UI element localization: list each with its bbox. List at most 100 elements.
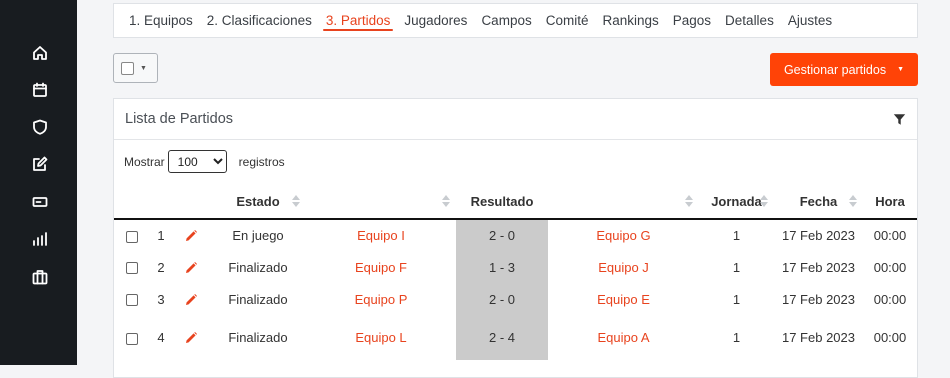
row-result: 2 - 0 — [456, 283, 548, 315]
row-away-team[interactable]: Equipo E — [548, 283, 699, 315]
row-result: 2 - 4 — [456, 315, 548, 360]
col-number-header — [150, 184, 172, 220]
tab-campos[interactable]: Campos — [481, 3, 531, 38]
table-row: 4 Finalizado Equipo L 2 - 4 Equipo A 1 1… — [114, 315, 917, 360]
row-checkbox[interactable] — [126, 332, 138, 345]
tab-pagos[interactable]: Pagos — [673, 3, 711, 38]
col-home-header[interactable] — [306, 184, 456, 220]
row-home-team[interactable]: Equipo P — [306, 283, 456, 315]
select-all-checkbox[interactable] — [121, 61, 134, 75]
col-resultado-header: Resultado — [456, 184, 548, 220]
sort-icon — [292, 195, 300, 207]
tab-jugadores[interactable]: Jugadores — [404, 3, 467, 38]
tab-clasificaciones[interactable]: 2. Clasificaciones — [207, 3, 312, 38]
bulk-select-dropdown[interactable]: ▼ — [113, 53, 158, 83]
row-estado: En juego — [232, 228, 284, 243]
row-home-team[interactable]: Equipo I — [306, 219, 456, 251]
col-away-header[interactable] — [548, 184, 699, 220]
matches-panel: Lista de Partidos Mostrar 100 registros — [113, 98, 918, 378]
home-icon[interactable] — [31, 44, 49, 62]
col-jornada-label: Jornada — [711, 193, 762, 209]
sort-icon — [849, 195, 857, 207]
panel-header: Lista de Partidos — [114, 99, 917, 140]
tab-rankings[interactable]: Rankings — [602, 3, 658, 38]
row-checkbox[interactable] — [126, 294, 138, 307]
row-number: 4 — [157, 330, 165, 345]
caret-down-icon: ▼ — [897, 66, 905, 73]
col-resultado-label: Resultado — [470, 193, 534, 209]
length-label-before: Mostrar — [124, 154, 165, 169]
col-edit-header — [172, 184, 210, 220]
manage-matches-button[interactable]: Gestionar partidos ▼ — [770, 53, 918, 86]
row-number: 1 — [157, 228, 165, 243]
row-away-team[interactable]: Equipo J — [548, 251, 699, 283]
col-hora-header[interactable]: Hora — [863, 184, 917, 220]
col-hora-label: Hora — [875, 193, 905, 209]
row-number: 2 — [157, 259, 165, 275]
row-home-team[interactable]: Equipo F — [306, 251, 456, 283]
col-checkbox-header — [114, 184, 150, 220]
row-jornada: 1 — [732, 259, 741, 275]
row-estado: Finalizado — [228, 259, 288, 275]
row-hora: 00:00 — [873, 330, 907, 345]
main-content: 1. Equipos 2. Clasificaciones 3. Partido… — [77, 0, 950, 378]
col-estado-label: Estado — [236, 193, 280, 209]
row-hora: 00:00 — [873, 259, 907, 275]
tab-partidos[interactable]: 3. Partidos — [322, 3, 393, 38]
pencil-icon[interactable] — [184, 291, 198, 306]
pencil-icon[interactable] — [184, 259, 198, 274]
row-jornada: 1 — [732, 330, 741, 345]
sort-icon — [760, 195, 768, 207]
manage-matches-label: Gestionar partidos — [783, 62, 887, 77]
col-estado-header[interactable]: Estado — [210, 184, 306, 220]
pencil-icon[interactable] — [184, 330, 198, 345]
row-estado: Finalizado — [228, 291, 288, 307]
row-fecha: 17 Feb 2023 — [781, 259, 855, 275]
row-hora: 00:00 — [873, 291, 907, 307]
row-fecha: 17 Feb 2023 — [781, 330, 855, 345]
row-result: 2 - 0 — [456, 219, 548, 251]
edit-icon[interactable] — [31, 155, 49, 173]
sort-icon — [442, 195, 450, 207]
filter-icon[interactable] — [893, 113, 906, 126]
row-hora: 00:00 — [873, 228, 907, 243]
sidebar — [0, 0, 77, 365]
row-estado: Finalizado — [228, 330, 288, 345]
table-row: 2 Finalizado Equipo F 1 - 3 Equipo J 1 1… — [114, 251, 917, 283]
length-label-after: registros — [238, 154, 285, 169]
ticket-icon[interactable] — [31, 193, 49, 211]
matches-table-wrapper: Estado Resultado Jornada Fecha Hora 1 En… — [114, 184, 917, 360]
row-checkbox[interactable] — [126, 230, 138, 243]
row-result: 1 - 3 — [456, 251, 548, 283]
row-number: 3 — [157, 291, 165, 307]
row-away-team[interactable]: Equipo A — [548, 315, 699, 360]
tab-ajustes[interactable]: Ajustes — [788, 3, 832, 38]
sort-icon — [685, 195, 693, 207]
tab-equipos[interactable]: 1. Equipos — [129, 3, 193, 38]
page-length-select[interactable]: 100 — [167, 150, 227, 173]
matches-table: Estado Resultado Jornada Fecha Hora 1 En… — [114, 184, 917, 360]
row-jornada: 1 — [732, 228, 741, 243]
table-row: 1 En juego Equipo I 2 - 0 Equipo G 1 17 … — [114, 219, 917, 251]
row-home-team[interactable]: Equipo L — [306, 315, 456, 360]
shield-icon[interactable] — [31, 118, 49, 136]
table-row: 3 Finalizado Equipo P 2 - 0 Equipo E 1 1… — [114, 283, 917, 315]
row-checkbox[interactable] — [126, 262, 138, 275]
briefcase-icon[interactable] — [31, 268, 49, 286]
row-fecha: 17 Feb 2023 — [781, 228, 855, 243]
page-length-control: Mostrar 100 registros — [124, 150, 285, 173]
row-away-team[interactable]: Equipo G — [548, 219, 699, 251]
pencil-icon[interactable] — [184, 228, 198, 243]
tab-bar: 1. Equipos 2. Clasificaciones 3. Partido… — [113, 3, 918, 38]
calendar-icon[interactable] — [31, 81, 49, 99]
col-jornada-header[interactable]: Jornada — [699, 184, 774, 220]
bar-chart-icon[interactable] — [31, 230, 49, 248]
tab-detalles[interactable]: Detalles — [725, 3, 774, 38]
col-fecha-label: Fecha — [799, 193, 838, 209]
tab-comite[interactable]: Comité — [546, 3, 589, 38]
row-fecha: 17 Feb 2023 — [781, 291, 855, 307]
row-jornada: 1 — [732, 291, 741, 307]
table-header-row: Estado Resultado Jornada Fecha Hora — [114, 184, 917, 220]
panel-title: Lista de Partidos — [125, 111, 234, 127]
col-fecha-header[interactable]: Fecha — [774, 184, 863, 220]
